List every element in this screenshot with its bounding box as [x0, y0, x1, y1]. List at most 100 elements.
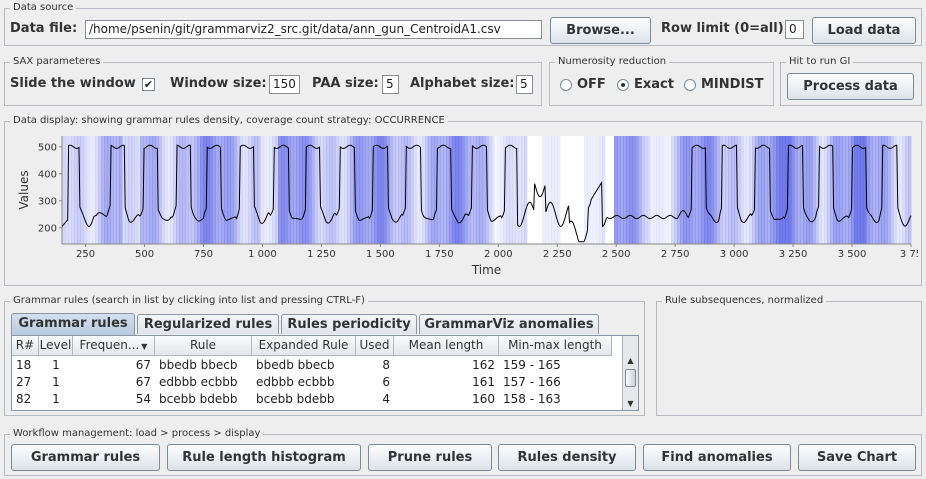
run-gi-title: Hit to run GI [786, 55, 854, 69]
density-band [80, 136, 84, 244]
density-band [701, 136, 705, 244]
density-band [674, 136, 678, 244]
density-band [242, 136, 246, 244]
column-header[interactable]: Used [356, 336, 394, 356]
find-anomalies-button[interactable]: Find anomalies [643, 444, 791, 471]
density-band [518, 136, 522, 244]
density-band [725, 136, 729, 244]
density-band [548, 136, 552, 244]
rule-length-histogram-button[interactable]: Rule length histogram [167, 444, 361, 471]
numerosity-mindist-radio[interactable] [684, 79, 696, 91]
density-band [650, 136, 654, 244]
rules-density-button[interactable]: Rules density [498, 444, 636, 471]
data-file-input[interactable]: /home/psenin/git/grammarviz2_src.git/dat… [85, 20, 542, 39]
density-band [890, 136, 894, 244]
density-band [566, 136, 569, 244]
table-cell: 162 [472, 358, 495, 372]
density-band [308, 136, 312, 244]
sort-desc-icon: ▼ [141, 342, 148, 351]
column-header[interactable]: Level [39, 336, 73, 356]
table-cell: 1 [52, 358, 60, 372]
density-band [431, 136, 435, 244]
tab-grammar-rules[interactable]: Grammar rules [11, 313, 135, 335]
prune-rules-button-label: Prune rules [387, 450, 473, 465]
window-size-input[interactable]: 150 [269, 75, 300, 94]
table-row[interactable]: 18 1 67 bbedb bbecb bbedb bbecb 8 162 159 - 165 [12, 357, 622, 374]
density-band [98, 136, 102, 244]
column-header[interactable]: Rule [155, 336, 252, 356]
y-tick-label: 500 [38, 142, 57, 153]
density-band [398, 136, 402, 244]
density-band [332, 136, 336, 244]
density-band [293, 136, 297, 244]
grammar-rules-table[interactable]: R# Level Frequen... ▼ Rule Expanded Rule Used M… [11, 335, 639, 411]
density-band [443, 136, 447, 244]
scroll-thumb[interactable] [625, 369, 636, 387]
row-limit-input[interactable]: 0 [785, 20, 804, 39]
density-band [365, 136, 369, 244]
density-band [893, 136, 897, 244]
density-band [482, 136, 486, 244]
column-header[interactable]: Expanded Rule [252, 336, 356, 356]
density-band [263, 136, 267, 244]
density-band [824, 136, 828, 244]
table-cell: 1 [52, 375, 60, 389]
scroll-down-arrow-icon[interactable]: ▼ [623, 398, 638, 410]
table-row[interactable]: 27 1 67 edbbb ecbbb edbbb ecbbb 6 161 157 - 166 [12, 374, 622, 391]
density-band [716, 136, 720, 244]
density-band [509, 136, 513, 244]
density-band [359, 136, 363, 244]
density-band [740, 136, 744, 244]
tab-rules-periodicity[interactable]: Rules periodicity [281, 314, 417, 334]
slide-window-checkbox[interactable]: ✔ [142, 78, 155, 91]
density-band [260, 136, 264, 244]
table-scrollbar[interactable]: ▲ ▼ [622, 336, 638, 410]
x-tick-label: 3 000 [720, 249, 749, 260]
x-tick-label: 2 750 [661, 249, 690, 260]
load-data-button[interactable]: Load data [812, 17, 916, 44]
column-header[interactable]: Frequen... ▼ [73, 336, 155, 356]
prune-rules-button[interactable]: Prune rules [368, 444, 492, 471]
browse-button[interactable]: Browse... [550, 17, 651, 44]
density-band [857, 136, 861, 244]
process-data-button[interactable]: Process data [787, 73, 914, 100]
tab-grammarviz-anomalies[interactable]: GrammarViz anomalies [419, 314, 599, 334]
column-header[interactable]: Min-max length [499, 336, 612, 356]
alphabet-size-input[interactable]: 5 [516, 75, 533, 94]
density-band [758, 136, 762, 244]
density-band [842, 136, 846, 244]
density-band [323, 136, 327, 244]
time-series-chart[interactable]: 500 400 300 200 250 500 750 1 000 1 250 1 500 1 75… [8, 130, 918, 280]
save-chart-button[interactable]: Save Chart [798, 444, 916, 471]
density-band [374, 136, 378, 244]
table-cell: 6 [382, 375, 390, 389]
numerosity-exact-radio[interactable] [617, 79, 629, 91]
table-row[interactable]: 82 1 54 bcebb bdebb bcebb bdebb 4 160 158 - 163 [12, 391, 622, 408]
density-band [89, 136, 93, 244]
paa-size-input[interactable]: 5 [382, 75, 399, 94]
column-header[interactable]: Mean length [394, 336, 499, 356]
numerosity-mindist-label: MINDIST [701, 77, 764, 92]
density-band [101, 136, 105, 244]
density-band [113, 136, 117, 244]
column-header[interactable]: R# [12, 336, 39, 356]
density-band [128, 136, 132, 244]
density-band [617, 136, 621, 244]
density-band [608, 136, 611, 244]
density-band [182, 136, 186, 244]
density-band [158, 136, 162, 244]
scroll-up-arrow-icon[interactable]: ▲ [623, 355, 638, 367]
row-limit-label: Row limit (0=all): [661, 21, 789, 36]
rule-length-histogram-button-label: Rule length histogram [182, 450, 346, 465]
density-band [368, 136, 372, 244]
numerosity-off-radio[interactable] [560, 79, 572, 91]
density-band [584, 136, 588, 244]
density-band [665, 136, 669, 244]
save-chart-button-label: Save Chart [816, 450, 898, 465]
density-band [806, 136, 810, 244]
tab-regularized-rules[interactable]: Regularized rules [137, 314, 279, 334]
numerosity-off-label: OFF [577, 77, 606, 92]
grammar-rules-button-label: Grammar rules [30, 450, 141, 465]
density-band [611, 136, 614, 244]
grammar-rules-button[interactable]: Grammar rules [11, 444, 160, 471]
